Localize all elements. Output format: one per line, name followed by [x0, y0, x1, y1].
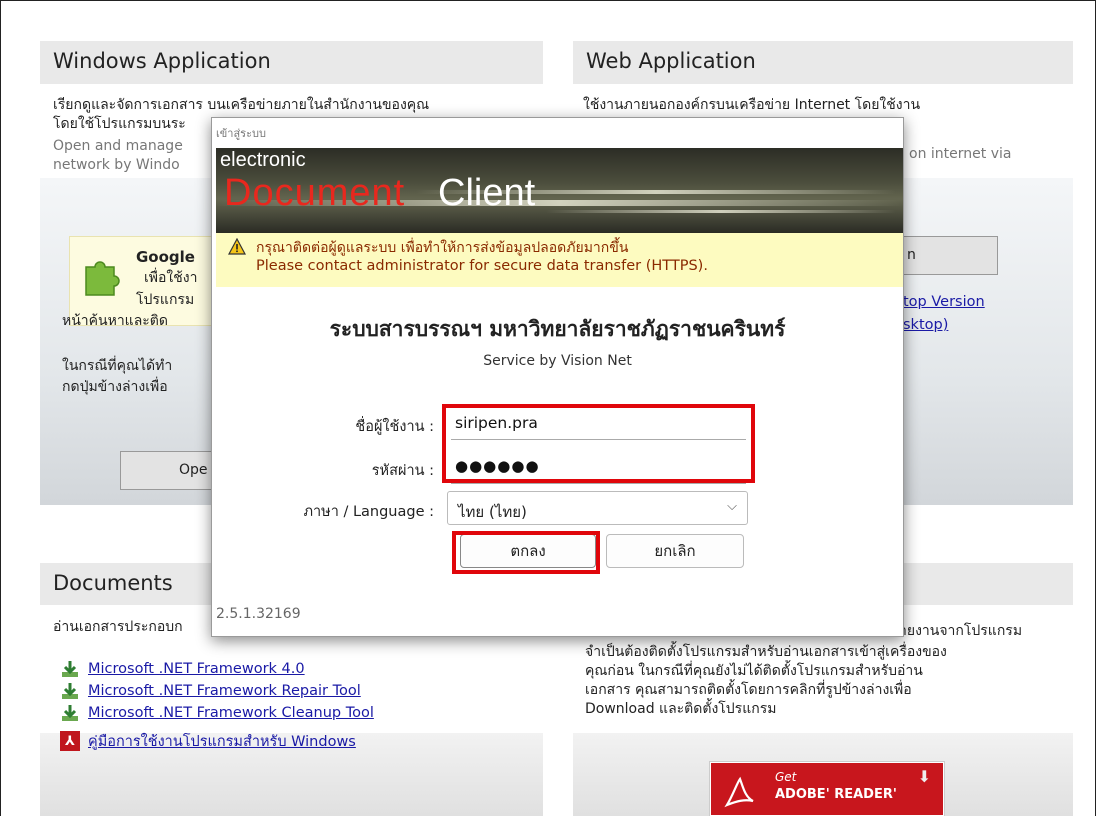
reader-line0: ายงานจากโปรแกรม	[899, 623, 1023, 639]
dotnet-repair-row[interactable]: Microsoft .NET Framework Repair Tool	[60, 680, 361, 702]
reader-line4: Download และติดตั้งโปรแกรม	[585, 701, 777, 717]
system-title: ระบบสารบรรณฯ มหาวิทยาลัยราชภัฏราชนครินทร…	[329, 317, 786, 341]
windows-desc-line2: โดยใช้โปรแกรมบนระ	[53, 116, 186, 132]
edoc-client-banner: electronic Document Client	[216, 148, 903, 233]
dotnet-cleanup-link[interactable]: Microsoft .NET Framework Cleanup Tool	[88, 705, 374, 721]
login-dialog: เข้าสู่ระบบ electronic Document Client ก…	[211, 117, 904, 637]
windows-application-header: Windows Application	[40, 41, 543, 84]
windows-desc-line4: network by Windo	[53, 157, 180, 173]
chevron-down-icon: ⌵	[727, 499, 737, 514]
adobe-logo-icon	[724, 776, 754, 808]
dotnet-cleanup-row[interactable]: Microsoft .NET Framework Cleanup Tool	[60, 702, 374, 724]
web-application-header: Web Application	[573, 41, 1073, 84]
dotnet-40-row[interactable]: Microsoft .NET Framework 4.0	[60, 658, 305, 680]
reader-line2: คุณก่อน ในกรณีที่คุณยังไม่ได้ติดตั้งโปรแ…	[585, 663, 923, 679]
ok-highlight	[452, 531, 600, 574]
note-line2: กดปุ่มข้างล่างเพื่อ	[62, 379, 168, 395]
google-line2: โปรแกรม	[136, 292, 195, 308]
dotnet-40-link[interactable]: Microsoft .NET Framework 4.0	[88, 661, 305, 677]
language-select[interactable]: ไทย (ไทย) ⌵	[447, 491, 748, 525]
desktop-version-link[interactable]: top Version	[903, 293, 985, 312]
password-label: รหัสผ่าน :	[371, 463, 434, 479]
download-icon	[62, 661, 78, 677]
documents-intro: อ่านเอกสารประกอบก	[53, 619, 183, 635]
username-label: ชื่อผู้ใช้งาน :	[355, 419, 434, 435]
windows-desc-line1: เรียกดูและจัดการเอกสาร บนเครือข่ายภายในส…	[53, 97, 430, 113]
google-line3: หน้าค้นหาและติด	[62, 313, 168, 329]
security-warning: กรุณาติดต่อผู้ดูแลระบบ เพื่อทำให้การส่งข…	[216, 233, 903, 287]
dialog-title: เข้าสู่ระบบ	[216, 127, 266, 140]
web-desc-line3: on internet via	[909, 146, 1012, 162]
warning-text-th: กรุณาติดต่อผู้ดูแลระบบ เพื่อทำให้การส่งข…	[256, 240, 629, 256]
web-open-button[interactable]: n	[900, 236, 998, 275]
reader-line3: เอกสาร คุณสามารถติดตั้งโดยการคลิกที่รูปข…	[585, 682, 912, 698]
language-label: ภาษา / Language :	[303, 504, 434, 520]
cancel-button[interactable]: ยกเลิก	[606, 534, 744, 568]
reader-line1: จำเป็นต้องติดตั้งโปรแกรมสำหรับอ่านเอกสาร…	[585, 644, 947, 660]
google-line1: เพื่อใช้งา	[144, 270, 198, 286]
desktop-version-link-2[interactable]: sktop)	[903, 316, 948, 335]
version-label: 2.5.1.32169	[216, 606, 301, 622]
credentials-highlight	[442, 404, 755, 483]
windows-desc-line3: Open and manage	[53, 138, 183, 154]
puzzle-icon	[85, 261, 120, 296]
download-icon	[62, 683, 78, 699]
google-title: Google	[136, 248, 195, 266]
service-by-label: Service by Vision Net	[483, 353, 632, 369]
note-line1: ในกรณีที่คุณได้ทำ	[62, 358, 173, 374]
warning-icon	[228, 238, 246, 255]
get-adobe-reader-button[interactable]: Get ADOBE' READER' ⬇	[709, 761, 945, 816]
dotnet-repair-link[interactable]: Microsoft .NET Framework Repair Tool	[88, 683, 361, 699]
web-desc-line1: ใช้งานภายนอกองค์กรบนเครือข่าย Internet โ…	[583, 97, 921, 113]
windows-manual-row[interactable]: ⅄ คู่มือการใช้งานโปรแกรมสำหรับ Windows	[60, 730, 356, 752]
warning-text-en: Please contact administrator for secure …	[256, 258, 708, 274]
pdf-icon: ⅄	[60, 731, 80, 751]
download-arrow-icon: ⬇	[917, 767, 931, 786]
download-icon	[62, 705, 78, 721]
windows-manual-link[interactable]: คู่มือการใช้งานโปรแกรมสำหรับ Windows	[88, 730, 356, 753]
